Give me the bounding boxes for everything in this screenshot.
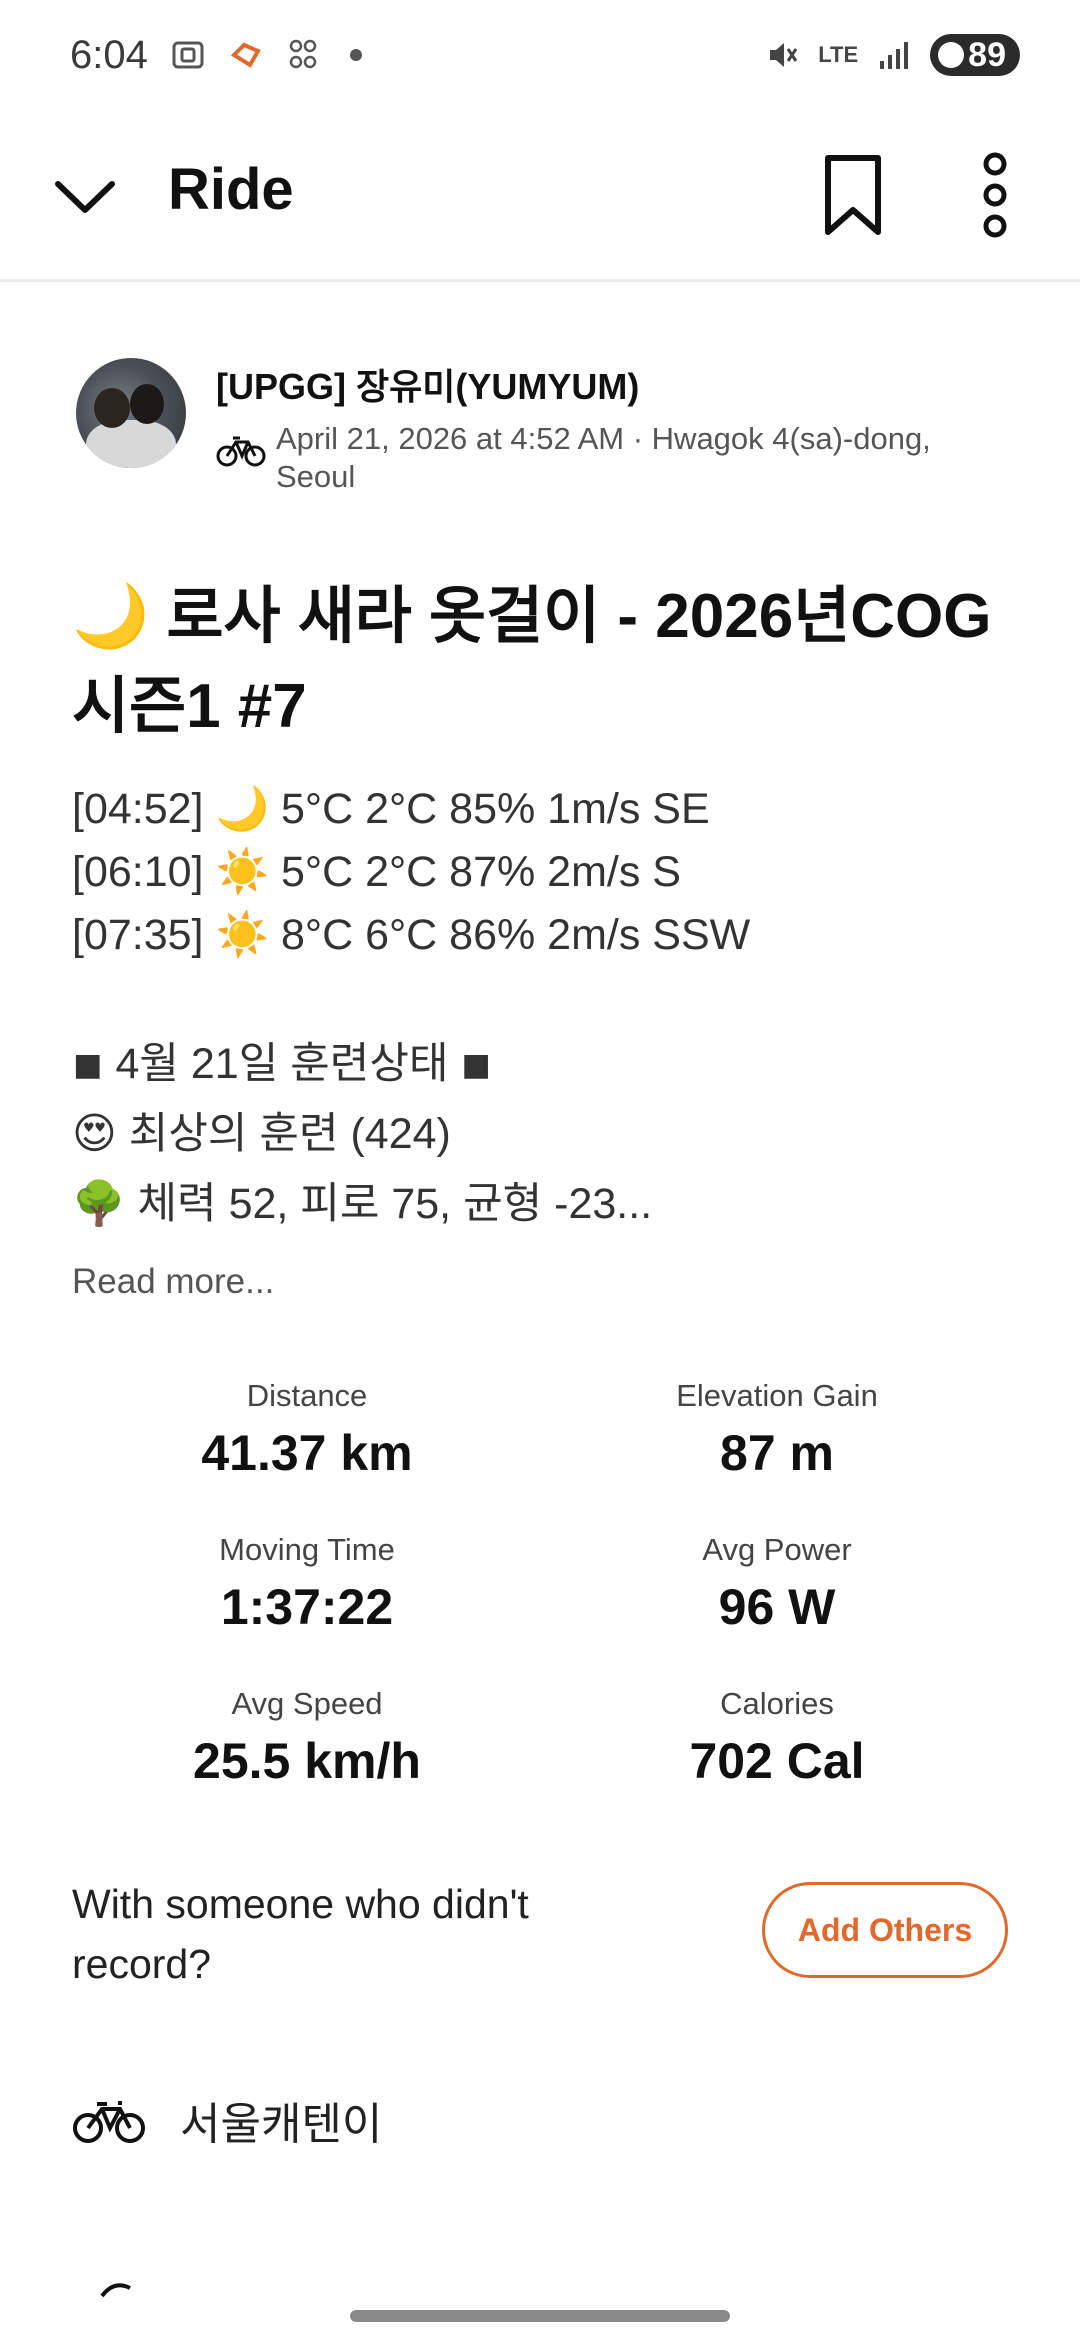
stat-label: Avg Speed xyxy=(231,1686,383,1721)
stat-avg-speed: Avg Speed 25.5 km/h xyxy=(72,1684,542,1794)
activity-description: [04:52] 🌙 5°C 2°C 85% 1m/s SE [06:10] ☀️… xyxy=(72,778,1012,1239)
weather-line: [07:35] ☀️ 8°C 6°C 86% 2m/s SSW xyxy=(72,904,1012,967)
gear-name: 서울캐텐이 xyxy=(180,2100,383,2149)
athlete-name[interactable]: [UPGG] 장유미(YUMYUM) xyxy=(216,358,639,410)
moon-emoji: 🌙 xyxy=(72,582,150,651)
training-line: 🌳 체력 52, 피로 75, 균형 -23... xyxy=(72,1169,1012,1239)
mute-icon xyxy=(770,43,798,67)
training-line: 😍 최상의 훈련 (424) xyxy=(72,1099,1012,1169)
stat-label: Distance xyxy=(246,1378,368,1413)
add-others-button[interactable]: Add Others xyxy=(762,1882,1008,1978)
stat-calories: Calories 702 Cal xyxy=(542,1684,1012,1794)
weather-time: [04:52] xyxy=(72,785,204,833)
activity-title-text: 로사 새라 옷걸이 - 2026년COG시즌1 #7 xyxy=(72,582,992,741)
training-text: 체력 52, 피로 75, 균형 -23... xyxy=(137,1180,653,1228)
page-title: Ride xyxy=(168,157,294,222)
stat-label: Avg Power xyxy=(702,1532,852,1567)
chevron-down-icon[interactable] xyxy=(50,160,120,230)
stat-value: 41.37 km xyxy=(201,1425,413,1481)
weather-emoji: 🌙 xyxy=(215,785,269,833)
weather-text: 5°C 2°C 87% 2m/s S xyxy=(280,848,681,896)
signal-icon xyxy=(880,42,909,69)
with-others-prompt: With someone who didn't record? xyxy=(72,1881,529,1987)
stat-label: Elevation Gain xyxy=(676,1378,878,1413)
stat-value: 87 m xyxy=(720,1425,834,1481)
tree-emoji: 🌳 xyxy=(72,1180,126,1228)
battery-level: 89 xyxy=(968,35,1006,74)
weather-line: [04:52] 🌙 5°C 2°C 85% 1m/s SE xyxy=(72,778,1012,841)
activity-meta: April 21, 2026 at 4:52 AM · Hwagok 4(sa)… xyxy=(276,421,931,494)
weather-emoji: ☀️ xyxy=(215,911,269,959)
bike-icon xyxy=(216,436,266,467)
stat-value: 96 W xyxy=(718,1579,836,1635)
weather-time: [07:35] xyxy=(72,911,204,959)
stat-value: 25.5 km/h xyxy=(193,1733,421,1789)
training-text: 최상의 훈련 (424) xyxy=(128,1110,451,1158)
partial-icon xyxy=(100,2283,131,2298)
weather-time: [06:10] xyxy=(72,848,204,896)
status-bar: 6:04 LTE 89 xyxy=(0,0,1080,110)
training-header: ◾ 4월 21일 훈련상태 ◾ xyxy=(72,1040,492,1088)
more-vertical-icon[interactable] xyxy=(970,150,1020,240)
bike-icon xyxy=(73,2101,145,2143)
status-time: 6:04 xyxy=(70,32,148,77)
avatar[interactable] xyxy=(76,358,186,468)
network-type: LTE xyxy=(818,42,859,67)
weather-text: 8°C 6°C 86% 2m/s SSW xyxy=(280,911,751,959)
app-notification-icon xyxy=(230,42,261,68)
status-bar-right: LTE 89 xyxy=(764,34,1020,76)
stat-value: 1:37:22 xyxy=(220,1579,394,1635)
stat-label: Moving Time xyxy=(219,1532,395,1567)
bookmark-icon[interactable] xyxy=(818,150,888,240)
battery-indicator: 89 xyxy=(930,34,1020,76)
status-bar-left: 6:04 xyxy=(70,33,362,78)
athlete-header: [UPGG] 장유미(YUMYUM) April 21, 2026 at 4:5… xyxy=(76,358,1016,508)
notification-dot-icon xyxy=(349,49,362,61)
activity-title: 🌙 로사 새라 옷걸이 - 2026년COG시즌1 #7 xyxy=(72,572,1012,752)
stat-label: Calories xyxy=(720,1686,834,1721)
heart-eyes-emoji: 😍 xyxy=(72,1110,117,1158)
home-indicator[interactable] xyxy=(350,2310,730,2322)
weather-emoji: ☀️ xyxy=(215,848,269,896)
stat-moving-time: Moving Time 1:37:22 xyxy=(72,1530,542,1640)
top-app-bar: Ride xyxy=(0,110,1080,282)
stat-distance: Distance 41.37 km xyxy=(72,1376,542,1486)
stat-value: 702 Cal xyxy=(689,1733,865,1789)
read-more-link[interactable]: Read more... xyxy=(72,1262,274,1302)
weather-text: 5°C 2°C 85% 1m/s SE xyxy=(280,785,710,833)
weather-line: [06:10] ☀️ 5°C 2°C 87% 2m/s S xyxy=(72,841,1012,904)
screenshot-icon xyxy=(172,41,204,69)
battery-saver-icon xyxy=(938,42,965,68)
grid-app-icon xyxy=(289,39,317,69)
stat-avg-power: Avg Power 96 W xyxy=(542,1530,1012,1640)
stat-elevation-gain: Elevation Gain 87 m xyxy=(542,1376,1012,1486)
gear-row[interactable]: 서울캐텐이 xyxy=(72,2090,382,2150)
